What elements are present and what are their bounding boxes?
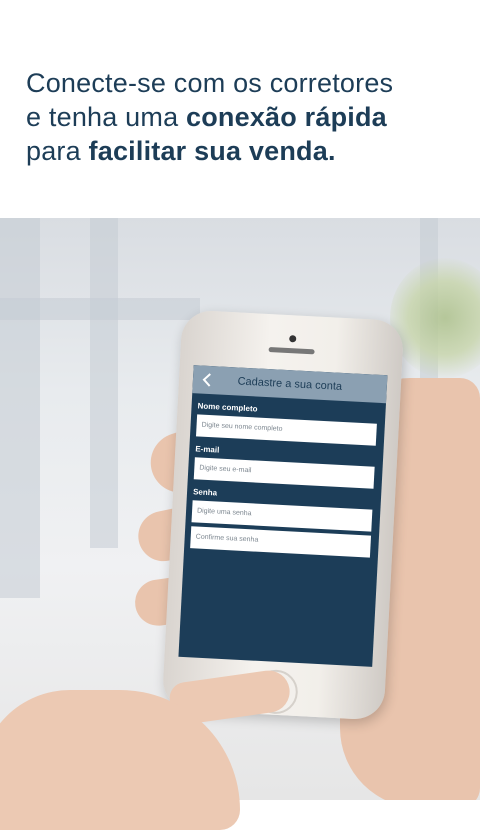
plant-blur — [390, 258, 480, 378]
confirm-password-field[interactable]: Confirme sua senha — [190, 526, 372, 558]
window-frame-left — [0, 218, 40, 598]
phone-screen: Cadastre a sua conta Nome completo Digit… — [178, 365, 388, 667]
headline-line-3-emphasis: facilitar sua venda. — [88, 136, 336, 166]
headline-line-2-text: e tenha uma — [26, 102, 187, 132]
screen-header: Cadastre a sua conta — [192, 365, 388, 404]
screen-title: Cadastre a sua conta — [237, 375, 343, 393]
name-field[interactable]: Digite seu nome completo — [195, 414, 377, 446]
smartphone: Cadastre a sua conta Nome completo Digit… — [161, 309, 405, 721]
headline-line-2-emphasis: conexão rápida — [186, 102, 387, 132]
headline-line-3-text: para — [26, 136, 89, 166]
headline-line-3: para facilitar sua venda. — [26, 134, 466, 168]
speaker-grille — [268, 347, 315, 355]
camera-dot — [289, 335, 297, 343]
window-frame-mid — [90, 218, 118, 548]
headline-line-1: Conecte-se com os corretores — [26, 68, 394, 98]
chevron-left-icon[interactable] — [198, 365, 215, 394]
window-frame-bar — [0, 298, 200, 320]
headline: Conecte-se com os corretores e tenha uma… — [26, 66, 466, 168]
headline-line-2: e tenha uma conexão rápida — [26, 100, 466, 134]
email-field[interactable]: Digite seu e-mail — [193, 457, 375, 489]
